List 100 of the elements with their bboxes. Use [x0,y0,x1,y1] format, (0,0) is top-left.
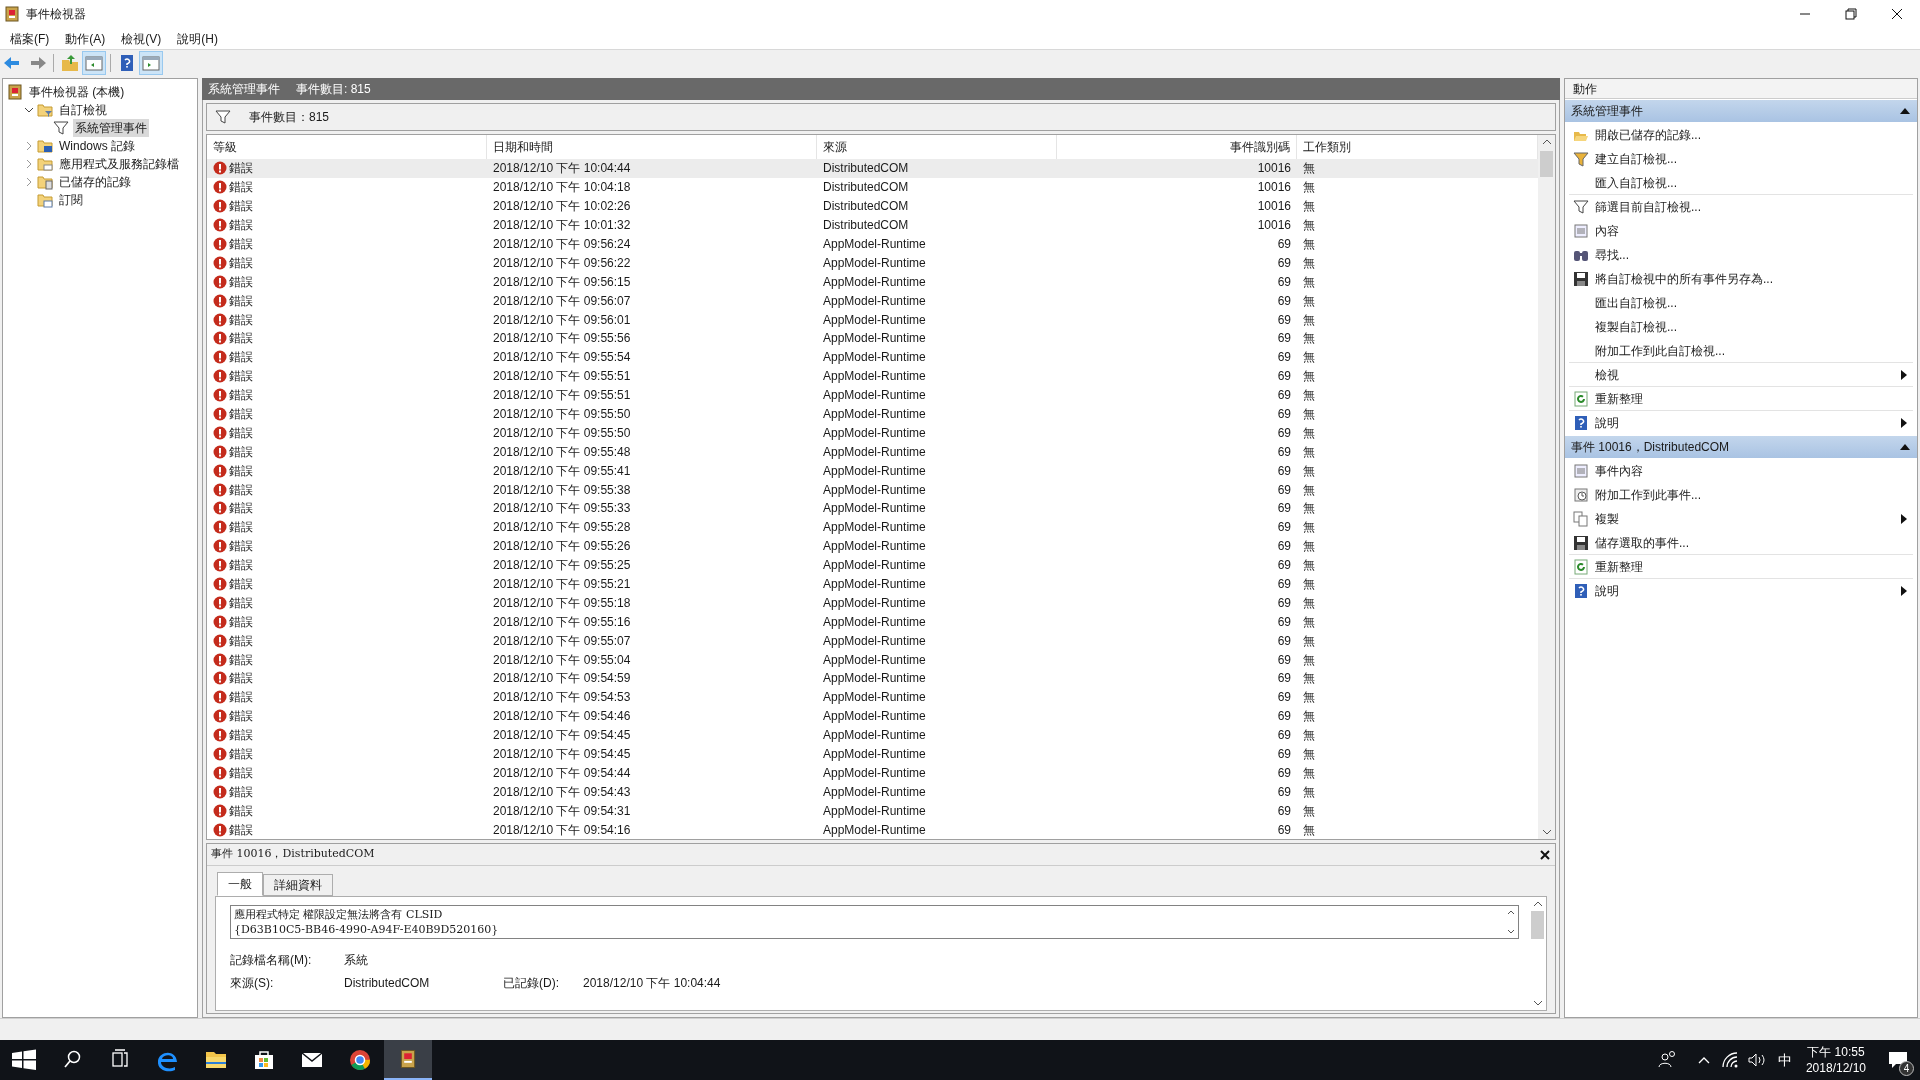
table-row[interactable]: 錯誤 2018/12/10 下午 09:55:07 AppModel-Runtime 69 無 [207,631,1538,651]
table-row[interactable]: 錯誤 2018/12/10 下午 09:55:04 AppModel-Runtime 69 無 [207,650,1538,670]
close-icon[interactable] [1539,848,1551,861]
action-item[interactable]: 內容 [1595,222,1907,240]
table-row[interactable]: 錯誤 2018/12/10 下午 09:55:25 AppModel-Runtime 69 無 [207,555,1538,575]
action-row[interactable]: 內容 [1569,219,1913,243]
clock[interactable]: 下午 10:55 2018/12/10 [1795,1044,1876,1076]
table-row[interactable]: 錯誤 2018/12/10 下午 09:54:31 AppModel-Runtime 69 無 [207,801,1538,821]
action-item[interactable]: 說明 [1595,582,1901,600]
table-row[interactable]: 錯誤 2018/12/10 下午 09:54:16 AppModel-Runtime 69 無 [207,820,1538,839]
table-row[interactable]: 錯誤 2018/12/10 下午 09:56:15 AppModel-Runtime 69 無 [207,272,1538,292]
action-item[interactable]: 篩選目前自訂檢視... [1595,198,1907,216]
table-row[interactable]: 錯誤 2018/12/10 下午 09:55:28 AppModel-Runtime 69 無 [207,517,1538,537]
action-row[interactable]: 重新整理 [1569,387,1913,411]
tab[interactable]: 一般 [217,872,263,896]
collapse-caret-icon[interactable] [1899,106,1911,116]
collapse-caret-icon[interactable] [1899,442,1911,452]
action-row[interactable]: 儲存選取的事件... [1569,531,1913,555]
action-item[interactable]: 附加工作到此自訂檢視... [1595,341,1907,360]
action-row[interactable]: 複製 [1569,507,1913,531]
input-method-indicator[interactable]: 中 [1773,1049,1796,1071]
tab[interactable]: 詳細資料 [263,874,333,896]
table-row[interactable]: 錯誤 2018/12/10 下午 09:55:54 AppModel-Runtime 69 無 [207,347,1538,367]
folder-up-icon[interactable] [59,52,81,74]
table-row[interactable]: 錯誤 2018/12/10 下午 09:55:18 AppModel-Runtime 69 無 [207,593,1538,613]
tree-item[interactable]: 自訂檢視 [57,101,109,119]
scrollbar[interactable] [1538,135,1555,839]
action-row[interactable]: 複製自訂檢視... [1569,315,1913,339]
action-item[interactable]: 重新整理 [1595,389,1907,408]
table-row[interactable]: 錯誤 2018/12/10 下午 09:55:33 AppModel-Runtime 69 無 [207,499,1538,518]
table-row[interactable]: 錯誤 2018/12/10 下午 09:55:38 AppModel-Runtime 69 無 [207,480,1538,500]
tree-item[interactable]: 應用程式及服務記錄檔 [57,155,181,173]
action-item[interactable]: 匯入自訂檢視... [1595,173,1907,192]
table-row[interactable]: 錯誤 2018/12/10 下午 09:55:41 AppModel-Runtime 69 無 [207,461,1538,481]
action-row[interactable]: 匯入自訂檢視... [1569,171,1913,195]
action-row[interactable]: 說明 [1569,579,1913,603]
table-row[interactable]: 錯誤 2018/12/10 下午 09:55:51 AppModel-Runtime 69 無 [207,366,1538,386]
action-row[interactable]: 開啟已儲存的記錄... [1569,123,1913,147]
table-row[interactable]: 錯誤 2018/12/10 下午 09:56:07 AppModel-Runtime 69 無 [207,291,1538,311]
table-row[interactable]: 錯誤 2018/12/10 下午 09:55:26 AppModel-Runtime 69 無 [207,536,1538,556]
tree-item[interactable]: 訂閱 [57,191,85,209]
action-item[interactable]: 檢視 [1595,365,1901,384]
table-row[interactable]: 錯誤 2018/12/10 下午 09:56:22 AppModel-Runtime 69 無 [207,253,1538,273]
table-row[interactable]: 錯誤 2018/12/10 下午 09:55:16 AppModel-Runtime 69 無 [207,612,1538,632]
action-row[interactable]: 建立自訂檢視... [1569,147,1913,171]
table-row[interactable]: 錯誤 2018/12/10 下午 09:56:24 AppModel-Runtime 69 無 [207,234,1538,254]
table-row[interactable]: 錯誤 2018/12/10 下午 10:02:26 DistributedCOM 10016 無 [207,196,1538,216]
action-item[interactable]: 重新整理 [1595,557,1907,576]
tree-item[interactable]: 系統管理事件 [73,119,149,137]
menu-item[interactable]: 檢視(V) [113,29,170,48]
scroll-thumb[interactable] [1531,911,1544,939]
tree-item[interactable]: 事件檢視器 (本機) [27,83,127,101]
table-row[interactable]: 錯誤 2018/12/10 下午 09:55:50 AppModel-Runtime 69 無 [207,423,1538,443]
log-book-icon[interactable] [384,1040,432,1080]
action-item[interactable]: 附加工作到此事件... [1595,486,1907,504]
table-row[interactable]: 錯誤 2018/12/10 下午 10:04:18 DistributedCOM 10016 無 [207,177,1538,197]
table-row[interactable]: 錯誤 2018/12/10 下午 09:54:53 AppModel-Runtime 69 無 [207,687,1538,707]
action-row[interactable]: 附加工作到此事件... [1569,483,1913,507]
table-row[interactable]: 錯誤 2018/12/10 下午 09:55:51 AppModel-Runtime 69 無 [207,385,1538,405]
action-row[interactable]: 尋找... [1569,243,1913,267]
table-row[interactable]: 錯誤 2018/12/10 下午 10:04:44 DistributedCOM 10016 無 [207,159,1538,178]
table-row[interactable]: 錯誤 2018/12/10 下午 09:55:50 AppModel-Runtime 69 無 [207,404,1538,424]
menu-item[interactable]: 動作(A) [57,29,114,48]
notification-button[interactable]: 4 [1876,1040,1920,1080]
section-header[interactable]: 系統管理事件 [1565,100,1917,122]
menu-item[interactable]: 檔案(F) [2,29,58,48]
action-row[interactable]: 附加工作到此自訂檢視... [1569,339,1913,363]
action-item[interactable]: 尋找... [1595,246,1907,264]
table-row[interactable]: 錯誤 2018/12/10 下午 09:54:59 AppModel-Runtime 69 無 [207,669,1538,688]
menu-item[interactable]: 說明(H) [169,29,226,48]
action-item[interactable]: 儲存選取的事件... [1595,533,1907,552]
action-item[interactable]: 開啟已儲存的記錄... [1595,126,1907,144]
action-row[interactable]: 事件內容 [1569,459,1913,483]
table-row[interactable]: 錯誤 2018/12/10 下午 09:54:45 AppModel-Runtime 69 無 [207,744,1538,764]
action-item[interactable]: 事件內容 [1595,462,1907,480]
action-row[interactable]: 將自訂檢視中的所有事件另存為... [1569,267,1913,291]
scroll-thumb[interactable] [1540,151,1553,177]
table-row[interactable]: 錯誤 2018/12/10 下午 09:54:45 AppModel-Runtime 69 無 [207,725,1538,745]
action-row[interactable]: 說明 [1569,411,1913,435]
action-row[interactable]: 檢視 [1569,363,1913,387]
table-row[interactable]: 錯誤 2018/12/10 下午 09:55:21 AppModel-Runtime 69 無 [207,574,1538,594]
action-row[interactable]: 重新整理 [1569,555,1913,579]
tree-item[interactable]: Windows 記錄 [57,137,137,155]
table-row[interactable]: 錯誤 2018/12/10 下午 09:56:01 AppModel-Runtime 69 無 [207,310,1538,329]
table-row[interactable]: 錯誤 2018/12/10 下午 09:54:46 AppModel-Runtime 69 無 [207,706,1538,726]
action-item[interactable]: 複製 [1595,510,1901,528]
action-item[interactable]: 說明 [1595,414,1901,432]
action-row[interactable]: 匯出自訂檢視... [1569,291,1913,315]
table-row[interactable]: 錯誤 2018/12/10 下午 10:01:32 DistributedCOM 10016 無 [207,215,1538,235]
tree-item[interactable]: 已儲存的記錄 [57,173,133,191]
section-header[interactable]: 事件 10016，DistributedCOM [1565,436,1917,458]
table-row[interactable]: 錯誤 2018/12/10 下午 09:55:48 AppModel-Runtime 69 無 [207,442,1538,462]
action-item[interactable]: 建立自訂檢視... [1595,150,1907,168]
message-box[interactable]: 應用程式特定 權限設定無法將含有 CLSID {D63B10C5-BB46-4990-A94F-E40B9D520160} [230,905,1519,939]
action-item[interactable]: 將自訂檢視中的所有事件另存為... [1595,270,1907,288]
action-row[interactable]: 篩選目前自訂檢視... [1569,195,1913,219]
table-row[interactable]: 錯誤 2018/12/10 下午 09:54:43 AppModel-Runtime 69 無 [207,782,1538,802]
action-item[interactable]: 複製自訂檢視... [1595,318,1907,336]
table-row[interactable]: 錯誤 2018/12/10 下午 09:54:44 AppModel-Runtime 69 無 [207,763,1538,783]
action-item[interactable]: 匯出自訂檢視... [1595,294,1907,312]
